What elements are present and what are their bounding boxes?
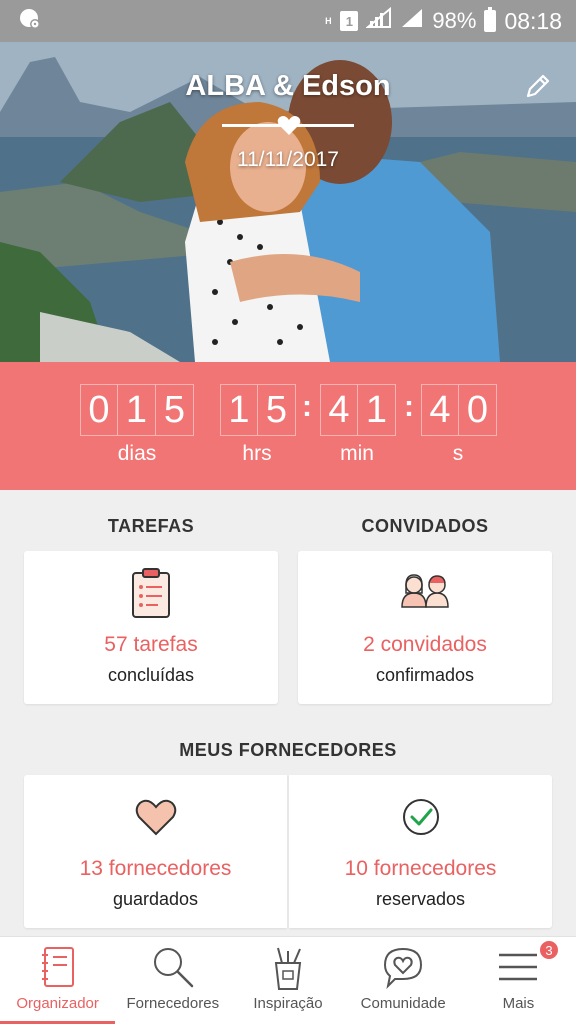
booked-suppliers-count: 10 fornecedores — [344, 857, 497, 880]
battery-percent: 98% — [432, 8, 477, 33]
guests-icon — [401, 574, 449, 608]
countdown-days: 0 1 5 — [80, 384, 194, 436]
nav-organizador[interactable]: Organizador — [0, 937, 116, 1024]
countdown-seconds: 4 0 — [421, 384, 497, 436]
pencil-icon — [526, 74, 550, 98]
guests-count: 2 convidados — [363, 633, 487, 656]
heart-icon — [277, 116, 301, 135]
menu-icon — [499, 953, 538, 981]
search-icon — [153, 948, 194, 988]
bottom-nav: Organizador Fornecedores Inspiração Comu… — [0, 936, 576, 1024]
countdown-hours: 1 5 — [220, 384, 296, 436]
nav-label: Mais — [502, 995, 535, 1012]
guests-title: CONVIDADOS — [361, 516, 489, 536]
seconds-label: s — [452, 442, 464, 465]
tasks-sublabel: concluídas — [107, 665, 195, 685]
tasks-title: TAREFAS — [107, 516, 195, 536]
nav-comunidade[interactable]: Comunidade — [346, 937, 461, 1024]
time-separator: : — [302, 390, 312, 423]
nav-label: Inspiração — [253, 995, 323, 1012]
days-digit: 0 — [80, 384, 118, 436]
saved-suppliers-card[interactable]: 13 fornecedores guardados — [24, 775, 287, 928]
heart-icon — [135, 799, 176, 836]
booked-suppliers-sublabel: reservados — [375, 889, 466, 909]
tasks-count: 57 tarefas — [104, 633, 198, 656]
sim-icon: 1 — [340, 11, 359, 31]
minutes-digit: 4 — [320, 384, 358, 436]
nav-label: Comunidade — [360, 995, 446, 1012]
network-type-icon: H — [325, 15, 332, 26]
seconds-digit: 4 — [421, 384, 459, 436]
wedding-date: 11/11/2017 — [237, 148, 339, 171]
nav-label: Organizador — [16, 995, 99, 1012]
edit-button[interactable] — [522, 70, 554, 102]
nav-fornecedores[interactable]: Fornecedores — [115, 937, 230, 1024]
nav-mais[interactable]: 3 Mais — [461, 937, 576, 1024]
heart-chat-icon — [384, 947, 423, 989]
check-circle-icon — [402, 799, 439, 835]
days-digit: 1 — [118, 384, 156, 436]
notebook-icon — [41, 947, 74, 987]
pencil-cup-icon — [274, 947, 302, 990]
couple-hero: ALBA & Edson 11/11/2017 — [0, 42, 576, 362]
nav-inspiracao[interactable]: Inspiração — [230, 937, 345, 1024]
hours-digit: 1 — [220, 384, 258, 436]
suppliers-title: MEUS FORNECEDORES — [179, 740, 397, 760]
nav-label: Fornecedores — [126, 995, 220, 1012]
tasks-card[interactable]: 57 tarefas concluídas — [24, 551, 278, 704]
days-label: dias — [117, 442, 157, 465]
saved-suppliers-count: 13 fornecedores — [79, 857, 232, 880]
countdown: 0 1 5 1 5 : 4 1 : 4 0 dias hrs min s — [0, 362, 576, 490]
countdown-minutes: 4 1 — [320, 384, 396, 436]
signal-icon-2 — [400, 7, 424, 35]
status-bar: H 1 98% 08:18 — [0, 0, 576, 42]
seconds-digit: 0 — [459, 384, 497, 436]
guests-card[interactable]: 2 convidados confirmados — [298, 551, 552, 704]
days-digit: 5 — [156, 384, 194, 436]
hours-digit: 5 — [258, 384, 296, 436]
time-separator: : — [404, 390, 414, 423]
minutes-digit: 1 — [358, 384, 396, 436]
settings-notification-icon — [18, 7, 42, 36]
saved-suppliers-sublabel: guardados — [112, 889, 199, 909]
clock: 08:18 — [504, 7, 562, 34]
battery-icon — [484, 7, 497, 32]
signal-icon — [365, 6, 392, 35]
clipboard-icon — [132, 568, 170, 618]
couple-names: ALBA & Edson — [185, 70, 391, 102]
booked-suppliers-card[interactable]: 10 fornecedores reservados — [289, 775, 552, 928]
guests-sublabel: confirmados — [375, 665, 475, 685]
notification-badge: 3 — [538, 939, 561, 961]
